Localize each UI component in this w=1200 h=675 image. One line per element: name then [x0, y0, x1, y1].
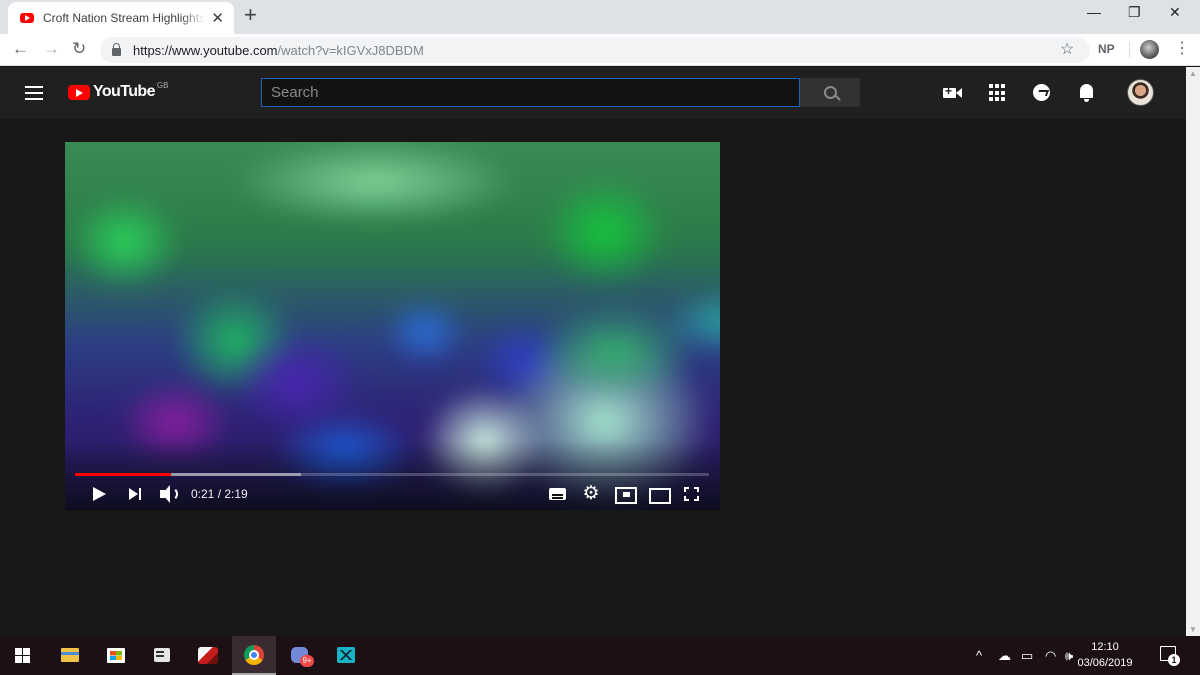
- search-button[interactable]: [800, 78, 860, 107]
- scroll-down-icon[interactable]: ▼: [1189, 625, 1197, 634]
- back-arrow-icon[interactable]: ←: [12, 40, 29, 58]
- scroll-up-icon[interactable]: ▲: [1189, 69, 1197, 78]
- subtitles-icon[interactable]: [548, 482, 568, 506]
- progress-bar[interactable]: [75, 473, 709, 476]
- chrome-icon[interactable]: [232, 636, 276, 675]
- volume-icon[interactable]: [159, 482, 183, 506]
- page-scrollbar[interactable]: ▲ ▼: [1186, 67, 1200, 636]
- hamburger-menu-icon[interactable]: [25, 86, 43, 100]
- play-icon[interactable]: [90, 482, 110, 506]
- wifi-icon[interactable]: ◠: [1045, 636, 1056, 675]
- create-video-icon[interactable]: [941, 82, 963, 104]
- notification-count: 1: [1168, 654, 1180, 666]
- reload-icon[interactable]: ↻: [72, 40, 86, 58]
- clock-time[interactable]: 12:10: [1065, 641, 1145, 653]
- notifications-bell-icon[interactable]: [1076, 82, 1098, 104]
- miniplayer-icon[interactable]: [614, 482, 637, 506]
- toolbar-divider: [1129, 42, 1130, 58]
- windows-taskbar: 9+ ^ ☁ ▭ ◠ 🕪 12:10 03/06/2019 1: [0, 636, 1200, 675]
- maximize-icon[interactable]: ❐: [1128, 4, 1141, 21]
- lock-icon: [112, 43, 121, 56]
- address-bar[interactable]: https://www.youtube.com/watch?v=kIGVxJ8D…: [100, 37, 1090, 63]
- dragon-app-icon[interactable]: [186, 636, 230, 675]
- tray-chevron-icon[interactable]: ^: [976, 636, 982, 675]
- youtube-header: YouTube GB: [0, 67, 1186, 119]
- youtube-logo[interactable]: YouTube GB: [68, 80, 169, 101]
- fullscreen-icon[interactable]: [682, 482, 702, 506]
- store-icon[interactable]: [94, 636, 138, 675]
- search-input[interactable]: [261, 78, 800, 107]
- browser-profile-avatar[interactable]: [1140, 40, 1159, 59]
- start-icon[interactable]: [0, 636, 44, 675]
- new-tab-button[interactable]: +: [244, 4, 257, 26]
- file-explorer-icon[interactable]: [48, 636, 92, 675]
- tab-title: Croft Nation Stream Highlights: N: [43, 11, 206, 25]
- forward-arrow-icon[interactable]: →: [43, 40, 60, 58]
- youtube-play-logo-icon: [68, 84, 90, 100]
- time-display: 0:21 / 2:19: [191, 487, 248, 501]
- bookmark-star-icon[interactable]: ☆: [1060, 39, 1074, 59]
- account-avatar[interactable]: [1127, 79, 1154, 106]
- region-code: GB: [156, 80, 169, 90]
- discord-icon[interactable]: 9+: [278, 636, 322, 675]
- battery-icon[interactable]: ▭: [1021, 636, 1033, 675]
- watch-page-content: 0:21 / 2:19 ⚙: [0, 119, 1186, 636]
- onedrive-cloud-icon[interactable]: ☁: [998, 636, 1011, 675]
- discord-badge: 9+: [300, 655, 314, 667]
- progress-played: [75, 473, 171, 476]
- minimize-icon[interactable]: —: [1087, 4, 1101, 20]
- browser-tab-strip: Croft Nation Stream Highlights: N ✕ + — …: [0, 0, 1200, 34]
- app-card-icon[interactable]: [140, 636, 184, 675]
- close-tab-icon[interactable]: ✕: [211, 11, 224, 26]
- browser-menu-icon[interactable]: ⋮: [1174, 40, 1190, 58]
- camera-app-icon[interactable]: [324, 636, 368, 675]
- url-text: https://www.youtube.com/watch?v=kIGVxJ8D…: [133, 42, 424, 58]
- youtube-favicon-icon: [20, 13, 34, 23]
- theater-mode-icon[interactable]: [648, 482, 671, 506]
- video-player[interactable]: 0:21 / 2:19 ⚙: [65, 142, 720, 510]
- settings-gear-icon[interactable]: ⚙: [581, 482, 601, 506]
- messages-icon[interactable]: [1031, 82, 1053, 104]
- clock-date[interactable]: 03/06/2019: [1065, 657, 1145, 669]
- close-window-icon[interactable]: ✕: [1169, 4, 1181, 21]
- browser-tab[interactable]: Croft Nation Stream Highlights: N ✕: [8, 2, 234, 34]
- extension-np-button[interactable]: NP: [1098, 42, 1115, 56]
- youtube-logo-text: YouTube: [93, 83, 155, 100]
- browser-toolbar: ← → ↻ https://www.youtube.com/watch?v=kI…: [0, 34, 1200, 66]
- next-video-icon[interactable]: [127, 482, 147, 506]
- apps-grid-icon[interactable]: [986, 82, 1008, 104]
